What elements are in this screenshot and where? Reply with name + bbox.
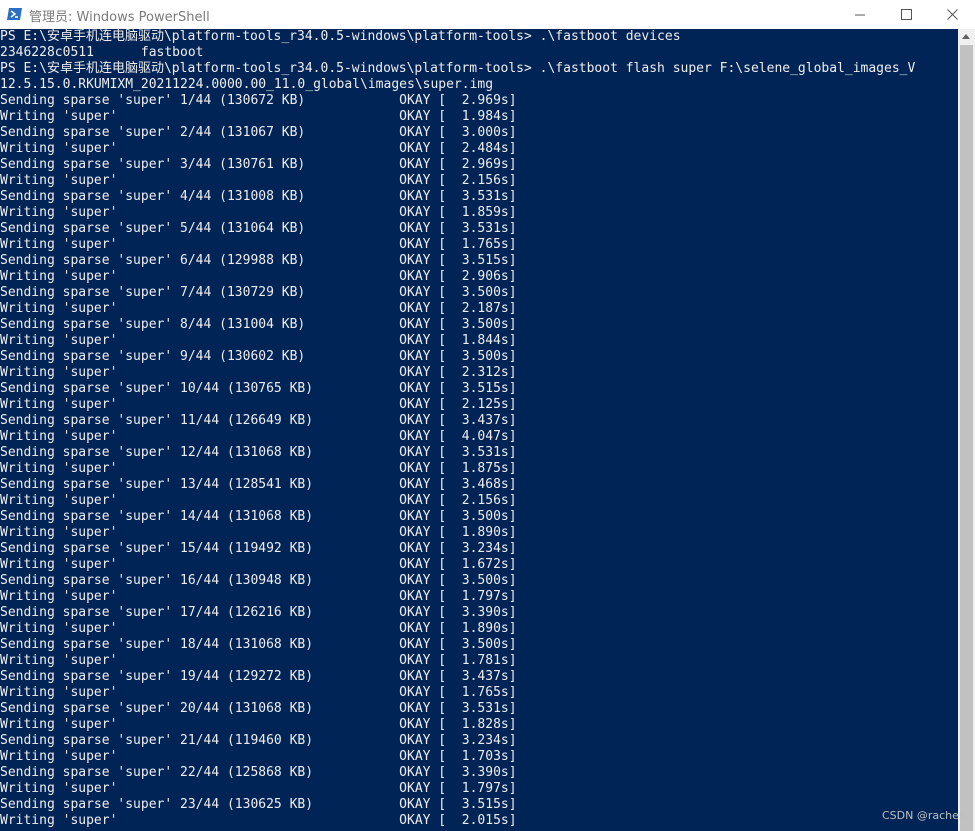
console-line: Sending sparse 'super' 21/44 (119460 KB)…: [0, 733, 517, 748]
scrollbar-thumb[interactable]: [960, 45, 973, 831]
console-line: Sending sparse 'super' 16/44 (130948 KB)…: [0, 573, 517, 588]
console-line: Writing 'super' OKAY [ 1.984s]: [0, 109, 517, 124]
console-line: Writing 'super' OKAY [ 2.484s]: [0, 141, 517, 156]
console-line: Writing 'super' OKAY [ 1.890s]: [0, 621, 517, 636]
scroll-up-arrow-icon[interactable]: [962, 34, 970, 39]
powershell-icon: [7, 8, 22, 20]
console-line: Sending sparse 'super' 5/44 (131064 KB) …: [0, 221, 517, 236]
watermark: CSDN @raches: [882, 809, 965, 822]
console-line: Writing 'super' OKAY [ 1.828s]: [0, 717, 517, 732]
title-bar[interactable]: 管理员: Windows PowerShell: [0, 0, 975, 29]
console-line: Writing 'super' OKAY [ 2.125s]: [0, 397, 517, 412]
console-line: Sending sparse 'super' 7/44 (130729 KB) …: [0, 285, 517, 300]
console-line: Writing 'super' OKAY [ 2.156s]: [0, 493, 517, 508]
console-line: 2346228c0511 fastboot: [0, 45, 204, 60]
console-line: Sending sparse 'super' 12/44 (131068 KB)…: [0, 445, 517, 460]
console-line: Writing 'super' OKAY [ 1.765s]: [0, 237, 517, 252]
console-line: Sending sparse 'super' 6/44 (129988 KB) …: [0, 253, 517, 268]
console-line: Writing 'super' OKAY [ 2.906s]: [0, 269, 517, 284]
console-line: Sending sparse 'super' 9/44 (130602 KB) …: [0, 349, 517, 364]
console-line: Writing 'super' OKAY [ 1.875s]: [0, 461, 517, 476]
console-line: Sending sparse 'super' 17/44 (126216 KB)…: [0, 605, 517, 620]
console-line: Sending sparse 'super' 11/44 (126649 KB)…: [0, 413, 517, 428]
console-line: Writing 'super' OKAY [ 1.890s]: [0, 525, 517, 540]
console-line: 12.5.15.0.RKUMIXM_20211224.0000.00_11.0_…: [0, 77, 494, 92]
console-line: Sending sparse 'super' 23/44 (130625 KB)…: [0, 797, 517, 812]
close-icon: [946, 9, 958, 20]
console-line: Sending sparse 'super' 10/44 (130765 KB)…: [0, 381, 517, 396]
console-line: Writing 'super' OKAY [ 2.312s]: [0, 365, 517, 380]
console-line: Sending sparse 'super' 3/44 (130761 KB) …: [0, 157, 517, 172]
console-output[interactable]: PS E:\安卓手机连电脑驱动\platform-tools_r34.0.5-w…: [0, 29, 958, 831]
console-line: Writing 'super' OKAY [ 1.797s]: [0, 589, 517, 604]
minimize-button[interactable]: [837, 0, 883, 29]
console-line: Sending sparse 'super' 4/44 (131008 KB) …: [0, 189, 517, 204]
console-line: Sending sparse 'super' 2/44 (131067 KB) …: [0, 125, 517, 140]
console-line: PS E:\安卓手机连电脑驱动\platform-tools_r34.0.5-w…: [0, 61, 916, 76]
maximize-icon: [900, 9, 912, 20]
console-line: Sending sparse 'super' 19/44 (129272 KB)…: [0, 669, 517, 684]
console-line: Sending sparse 'super' 14/44 (131068 KB)…: [0, 509, 517, 524]
vertical-scrollbar[interactable]: [958, 29, 975, 831]
maximize-button[interactable]: [883, 0, 929, 29]
console-line: Writing 'super' OKAY [ 1.672s]: [0, 557, 517, 572]
console-line: Sending sparse 'super' 13/44 (128541 KB)…: [0, 477, 517, 492]
console-line: Sending sparse 'super' 8/44 (131004 KB) …: [0, 317, 517, 332]
console-line: Sending sparse 'super' 18/44 (131068 KB)…: [0, 637, 517, 652]
console-line: Writing 'super' OKAY [ 2.156s]: [0, 173, 517, 188]
console-line: Writing 'super' OKAY [ 1.703s]: [0, 749, 517, 764]
console-line: Writing 'super' OKAY [ 4.047s]: [0, 429, 517, 444]
console-line: Writing 'super' OKAY [ 1.859s]: [0, 205, 517, 220]
console-line: Sending sparse 'super' 22/44 (125868 KB)…: [0, 765, 517, 780]
minimize-icon: [854, 14, 865, 16]
window-title: 管理员: Windows PowerShell: [29, 10, 210, 25]
console-line: Sending sparse 'super' 1/44 (130672 KB) …: [0, 93, 517, 108]
close-button[interactable]: [929, 0, 975, 29]
console-line: Writing 'super' OKAY [ 1.765s]: [0, 685, 517, 700]
console-line: Writing 'super' OKAY [ 1.797s]: [0, 781, 517, 796]
console-line: Writing 'super' OKAY [ 2.187s]: [0, 301, 517, 316]
console-line: Sending sparse 'super' 15/44 (119492 KB)…: [0, 541, 517, 556]
console-line: Sending sparse 'super' 20/44 (131068 KB)…: [0, 701, 517, 716]
console-line: Writing 'super' OKAY [ 1.844s]: [0, 333, 517, 348]
console-line: PS E:\安卓手机连电脑驱动\platform-tools_r34.0.5-w…: [0, 29, 681, 44]
console-line: Writing 'super' OKAY [ 2.015s]: [0, 813, 517, 828]
console-line: Writing 'super' OKAY [ 1.781s]: [0, 653, 517, 668]
